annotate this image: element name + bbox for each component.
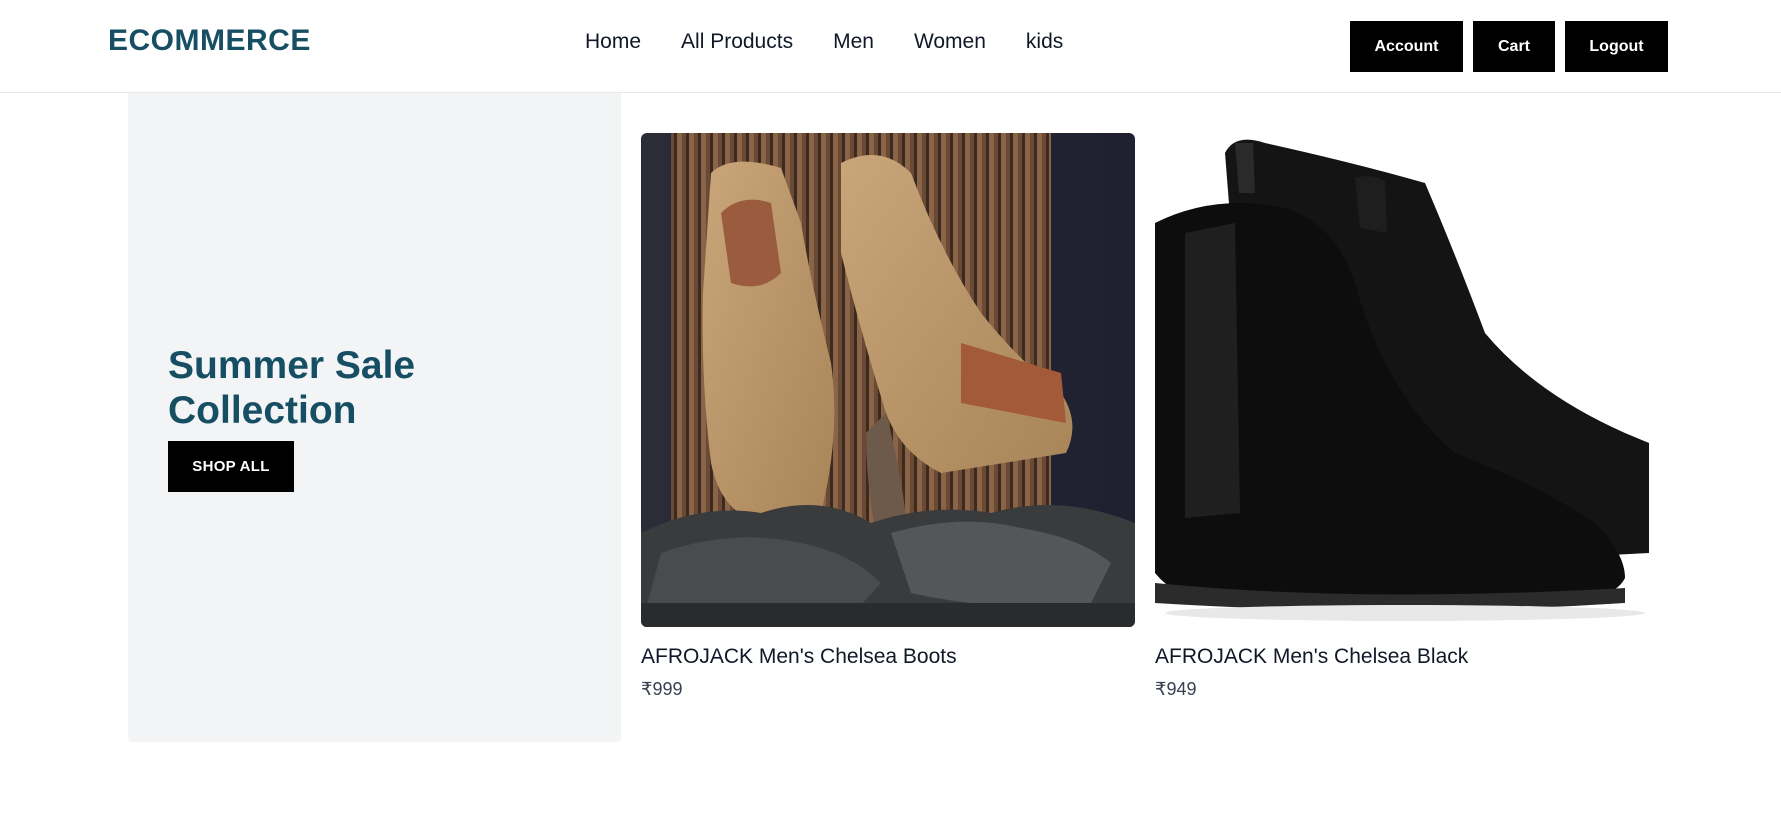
nav-kids[interactable]: kids [1026, 30, 1063, 54]
promo-title-line1: Summer Sale [168, 344, 416, 387]
shop-all-button[interactable]: SHOP ALL [168, 441, 294, 492]
product-card[interactable]: AFROJACK Men's Chelsea Boots ₹999 [641, 133, 1135, 700]
promo-title-line2: Collection [168, 389, 357, 432]
product-card[interactable]: AFROJACK Men's Chelsea Black ₹949 [1155, 133, 1649, 700]
product-price: ₹949 [1155, 679, 1197, 699]
logout-button[interactable]: Logout [1565, 21, 1668, 72]
main-nav: Home All Products Men Women kids [585, 30, 1063, 54]
site-header: ECOMMERCE Home All Products Men Women ki… [0, 0, 1781, 93]
nav-men[interactable]: Men [833, 30, 874, 54]
product-price: ₹999 [641, 679, 683, 699]
promo-banner: Summer Sale Collection SHOP ALL [128, 93, 621, 742]
product-name[interactable]: AFROJACK Men's Chelsea Boots [641, 645, 1135, 669]
product-name[interactable]: AFROJACK Men's Chelsea Black [1155, 645, 1649, 669]
nav-women[interactable]: Women [914, 30, 986, 54]
product-image-tan-chelsea-boots[interactable] [641, 133, 1135, 627]
product-image-black-chelsea-boots[interactable] [1155, 133, 1649, 627]
nav-home[interactable]: Home [585, 30, 641, 54]
nav-all-products[interactable]: All Products [681, 30, 793, 54]
promo-title: Summer Sale Collection [168, 343, 415, 433]
brand-logo[interactable]: ECOMMERCE [108, 24, 311, 58]
cart-button[interactable]: Cart [1473, 21, 1555, 72]
account-button[interactable]: Account [1350, 21, 1463, 72]
